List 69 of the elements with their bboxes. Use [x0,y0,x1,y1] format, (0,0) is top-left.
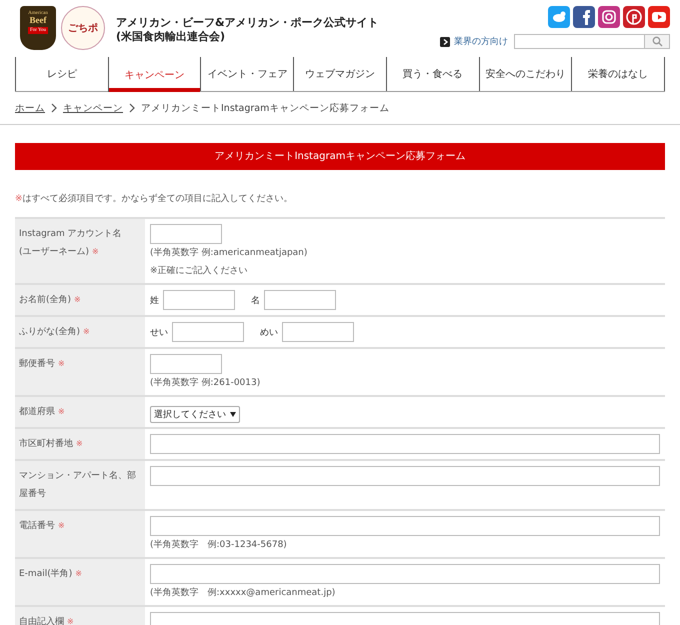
required-mark: ※ [67,617,74,625]
field-label: E-mail(半角) [19,569,72,579]
form-title-banner: アメリカンミートInstagramキャンペーン応募フォーム [15,143,665,170]
site-title: アメリカン・ビーフ&アメリカン・ポーク公式サイト [116,16,379,30]
field-hint: (半角英数字 例:261-0013) [150,376,262,390]
field-hint: (半角英数字 例:03-1234-5678) [150,538,288,552]
part-label: せい [150,326,168,338]
field-label: (ユーザーネーム) [19,247,90,257]
part-label: 姓 [150,294,159,306]
nav-tab[interactable]: 安全へのこだわり [478,57,572,91]
part-label: 名 [251,294,260,306]
field-hint: (半角英数字 例:xxxxx@americanmeat.jp) [150,586,336,600]
required-mark: ※ [76,439,83,448]
logo-text: Beef [30,16,46,25]
facebook-icon[interactable] [573,6,595,28]
camera-icon[interactable] [598,6,620,28]
required-mark: ※ [58,521,65,530]
input-field[interactable] [150,564,660,584]
breadcrumb-link[interactable]: キャンペーン [63,102,123,114]
trade-link[interactable]: 業界の方向け [454,35,508,48]
required-mark: ※ [15,194,23,204]
field-label: 電話番号 [19,521,55,531]
search-field[interactable] [514,34,644,49]
nav-tab[interactable]: 買う・食べる [386,57,479,91]
field-hint: (半角英数字 例:americanmeatjapan) [150,246,308,260]
part-label: めい [260,326,278,338]
field-hint: ※正確にご記入ください [150,264,249,278]
nav-tab[interactable]: イベント・フェア [200,57,294,91]
required-mark: ※ [74,295,81,304]
input-field[interactable] [150,516,660,536]
required-mark: ※ [83,327,90,336]
chevron-icon [128,103,136,113]
input-field[interactable] [163,290,235,310]
field-label: お名前(全角) [19,295,72,305]
bird-icon[interactable] [548,6,570,28]
caret-icon [230,412,236,417]
input-field[interactable] [264,290,336,310]
prefecture-select[interactable]: 選択してください [150,406,240,423]
nav-tab[interactable]: ウェブマガジン [293,57,386,91]
input-field[interactable] [150,224,222,244]
play-icon[interactable] [648,6,670,28]
input-field[interactable] [150,354,222,374]
required-mark: ※ [92,247,99,256]
required-mark: ※ [75,569,82,578]
required-mark: ※ [58,407,65,416]
field-label: マンション・アパート名、部屋番号 [19,471,136,499]
input-field[interactable] [282,322,354,342]
breadcrumb-current: アメリカンミートInstagramキャンペーン応募フォーム [141,102,390,114]
logo-text: ごちポ [68,22,98,35]
gochipo-logo[interactable]: ごちポ [61,6,105,50]
input-field[interactable] [150,466,660,486]
required-note: はすべて必須項目です。かならず全ての項目に記入してください。 [22,194,293,204]
field-label: 都道府県 [19,407,55,417]
chevron-icon [50,103,58,113]
search-icon [652,36,662,47]
search-button[interactable] [644,34,670,49]
site-subtitle: (米国食肉輸出連合会) [116,30,226,45]
field-label: 郵便番号 [19,359,55,369]
nav-tab[interactable]: 栄養のはなし [571,57,666,91]
nav-tab[interactable]: レシピ [15,57,108,91]
pin-icon[interactable] [623,6,645,28]
required-mark: ※ [58,359,65,368]
input-field[interactable] [150,434,660,454]
field-label: 市区町村番地 [19,439,73,449]
breadcrumb-link[interactable]: ホーム [15,102,45,114]
input-field[interactable] [172,322,244,342]
field-label: ふりがな(全角) [19,327,80,337]
nav-tab[interactable]: キャンペーン [108,57,200,92]
field-label: Instagram アカウント名 [19,229,122,239]
